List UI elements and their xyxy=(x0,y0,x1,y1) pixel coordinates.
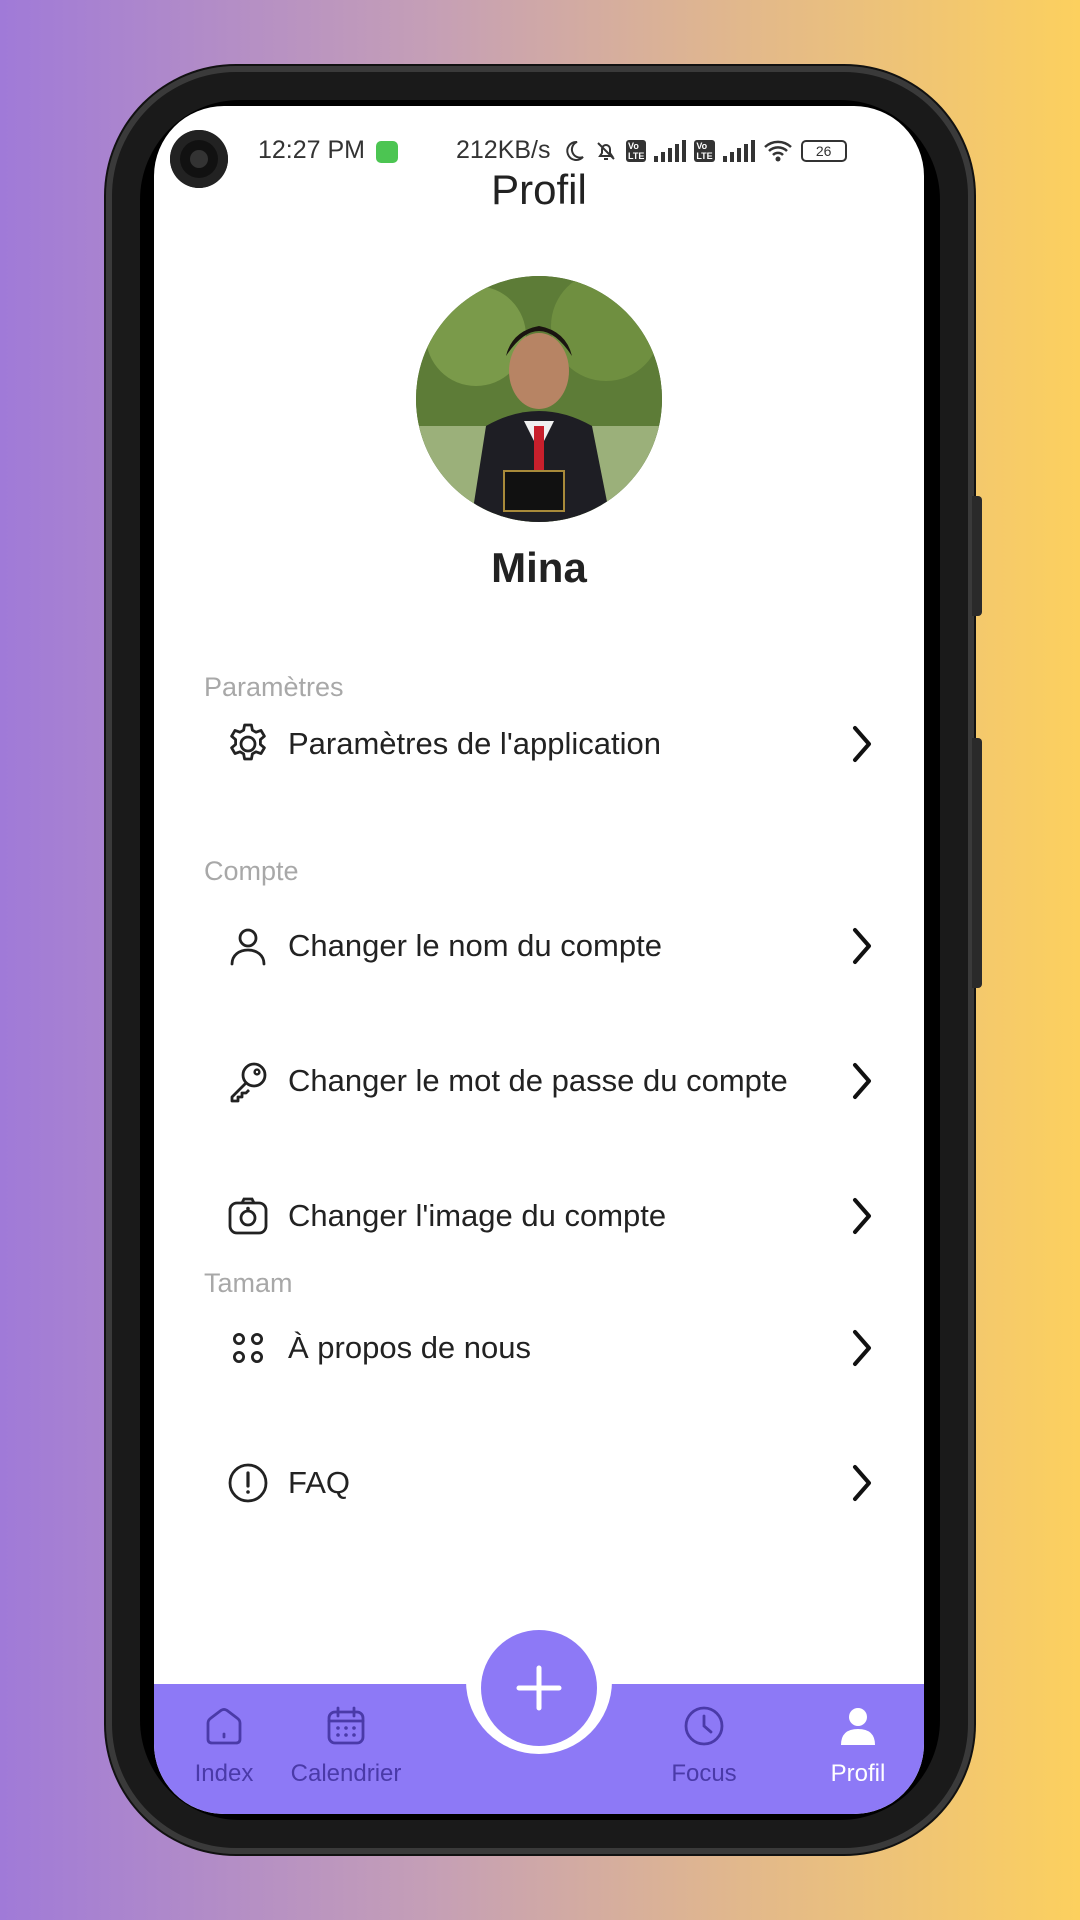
user-name: Mina xyxy=(491,544,587,591)
info-circle-icon xyxy=(218,1453,278,1513)
volte-icon: Vo LTE xyxy=(626,140,647,162)
chevron-right-icon xyxy=(842,1191,882,1241)
section-label-parametres: Paramètres xyxy=(204,672,344,702)
volte-icon-2: Vo LTE xyxy=(694,140,715,162)
battery-icon: 26 xyxy=(800,140,847,162)
menu-label: Paramètres de l'application xyxy=(288,726,661,761)
nav-label: Calendrier xyxy=(290,1760,402,1787)
user-icon xyxy=(218,916,278,976)
menu-label: FAQ xyxy=(288,1465,351,1500)
camera-icon xyxy=(218,1186,278,1246)
chevron-right-icon xyxy=(842,1458,882,1508)
power-button xyxy=(972,738,982,988)
network-speed: 212KB/s xyxy=(456,136,551,164)
bell-off-icon xyxy=(597,142,615,160)
nav-label: Index xyxy=(194,1760,254,1787)
menu-label: À propos de nous xyxy=(288,1330,532,1365)
signal-icon xyxy=(654,140,687,162)
app-notification-icon xyxy=(376,141,398,163)
nav-label: Profil xyxy=(830,1760,886,1787)
section-label-tamam: Tamam xyxy=(204,1268,293,1298)
key-icon xyxy=(218,1051,278,1111)
menu-label: Changer le nom du compte xyxy=(288,928,662,963)
clock-icon xyxy=(678,1700,730,1752)
chevron-right-icon xyxy=(842,719,882,769)
home-icon xyxy=(198,1700,250,1752)
nav-label: Focus xyxy=(671,1760,737,1787)
phone-frame: 12:27 PM 212KB/s VoLTE VoLTE 26 Profil xyxy=(106,66,982,1854)
chevron-right-icon xyxy=(842,1056,882,1106)
menu-label: Changer le mot de passe du compte xyxy=(288,1063,788,1098)
avatar xyxy=(416,276,662,522)
gear-icon xyxy=(218,714,278,774)
calendar-icon xyxy=(320,1700,372,1752)
screen: 12:27 PM 212KB/s VoLTE VoLTE 26 Profil xyxy=(154,106,924,1814)
avatar-image xyxy=(416,276,662,522)
nav-item-profil[interactable]: Profil xyxy=(788,1700,924,1800)
wifi-icon xyxy=(763,140,792,162)
menu-label: Changer l'image du compte xyxy=(288,1198,667,1233)
chevron-right-icon xyxy=(842,921,882,971)
menu-item-app-settings[interactable]: Paramètres de l'application xyxy=(204,704,882,784)
section-label-compte: Compte xyxy=(204,856,299,886)
menu-item-faq[interactable]: FAQ xyxy=(204,1443,882,1523)
nav-item-focus[interactable]: Focus xyxy=(634,1700,774,1800)
add-button[interactable] xyxy=(481,1630,597,1746)
status-time: 12:27 PM xyxy=(258,136,366,164)
menu-item-about-us[interactable]: À propos de nous xyxy=(204,1308,882,1388)
user-filled-icon xyxy=(832,1700,884,1752)
chevron-right-icon xyxy=(842,1323,882,1373)
menu-item-change-password[interactable]: Changer le mot de passe du compte xyxy=(204,1041,882,1121)
plus-icon xyxy=(516,1665,562,1711)
menu-item-change-name[interactable]: Changer le nom du compte xyxy=(204,906,882,986)
page-title: Profil xyxy=(491,166,587,213)
nav-item-calendrier[interactable]: Calendrier xyxy=(276,1700,416,1800)
status-icons: Vo LTE Vo LTE 26 xyxy=(562,136,847,166)
menu-item-change-image[interactable]: Changer l'image du compte xyxy=(204,1176,882,1256)
signal-icon-2 xyxy=(722,140,755,162)
volume-button xyxy=(972,496,982,616)
nav-item-index[interactable]: Index xyxy=(154,1700,294,1800)
dots-grid-icon xyxy=(218,1318,278,1378)
moon-icon xyxy=(566,140,584,161)
